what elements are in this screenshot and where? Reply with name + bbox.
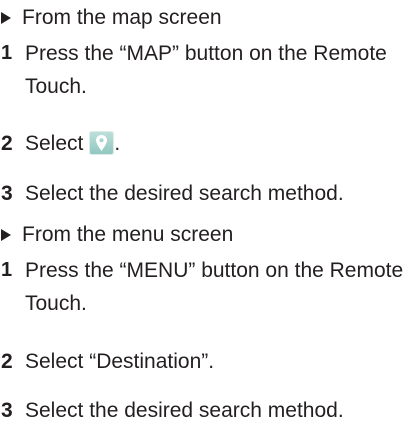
step-number: 2 [1,350,13,373]
triangle-bullet-icon [1,229,11,241]
section-heading-map-screen: From the map screen [0,5,222,31]
step-number: 1 [1,259,13,281]
step-number: 1 [1,42,13,64]
step-item: 2 Select. [0,127,415,160]
step-text: Select. [25,127,415,160]
section-heading-text: From the menu screen [22,223,234,246]
section-heading-menu-screen: From the menu screen [0,222,233,248]
map-pin-icon [89,131,115,155]
step-number: 3 [1,399,13,422]
step-item: 3 Select the desired search method. [0,177,415,210]
instruction-document: From the map screen 1 Press the “MAP” bu… [0,0,417,433]
step-item: 2 Select “Destination”. [0,345,415,378]
step-text: Select the desired search method. [25,182,344,205]
step-text: Select “Destination”. [25,350,215,373]
step-text: Press the “MENU” button on the Remote To… [25,259,404,315]
section-heading-text: From the map screen [22,6,222,29]
step-text-after: . [114,132,121,155]
step-item: 1 Press the “MENU” button on the Remote … [0,254,415,320]
step-item: 1 Press the “MAP” button on the Remote T… [0,37,415,103]
step-number: 2 [1,132,13,155]
step-text: Press the “MAP” button on the Remote Tou… [25,42,387,98]
step-item: 3 Select the desired search method. [0,394,415,427]
step-number: 3 [1,182,13,205]
triangle-bullet-icon [1,12,11,24]
step-text: Select the desired search method. [25,399,344,422]
step-text-before: Select [25,132,84,155]
